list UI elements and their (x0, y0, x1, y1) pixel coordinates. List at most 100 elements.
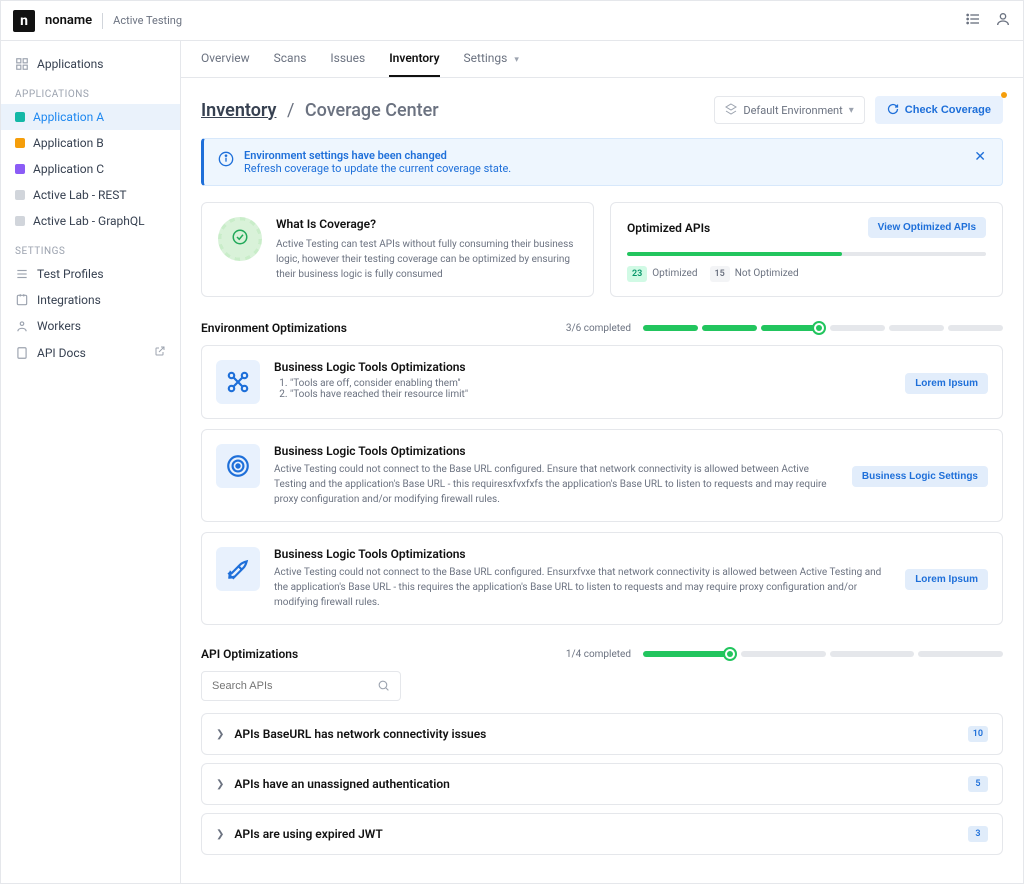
env-opt-item: Business Logic Tools OptimizationsActive… (201, 429, 1003, 522)
optimized-apis-card: Optimized APIs View Optimized APIs 23 Op… (610, 202, 1003, 297)
search-icon (377, 677, 390, 696)
refresh-icon (887, 103, 899, 118)
sidebar-app-c[interactable]: Application C (1, 156, 180, 182)
sliders-icon (15, 267, 29, 281)
progress-segment (761, 325, 816, 331)
opt-item-list: "Tools are off, consider enabling them""… (274, 378, 891, 400)
sidebar-integrations[interactable]: Integrations (1, 287, 180, 313)
view-optimized-apis-button[interactable]: View Optimized APIs (868, 217, 986, 238)
sidebar-applications[interactable]: Applications (1, 51, 180, 77)
list-icon[interactable] (965, 11, 981, 31)
check-coverage-label: Check Coverage (905, 104, 991, 116)
api-opt-item-title: APIs are using expired JWT (234, 827, 958, 841)
tab-issues[interactable]: Issues (330, 51, 365, 77)
progress-segment (830, 325, 885, 331)
sidebar-workers[interactable]: Workers (1, 313, 180, 339)
sidebar-item-label: API Docs (37, 346, 86, 360)
progress-segment (889, 325, 944, 331)
opt-list-entry: "Tools have reached their resource limit… (290, 389, 891, 400)
progress-segment (643, 325, 698, 331)
info-icon (218, 151, 234, 171)
tab-settings[interactable]: Settings ▾ (464, 51, 519, 77)
doc-icon (15, 346, 29, 360)
sidebar-api-docs[interactable]: API Docs (1, 339, 180, 366)
api-opt-count-pill: 10 (968, 726, 988, 742)
not-optimized-count-pill: 15 (710, 266, 730, 282)
sidebar-item-label: Test Profiles (37, 267, 104, 281)
info-banner: Environment settings have been changed R… (201, 138, 1003, 186)
env-opt-completed: 3/6 completed (566, 323, 631, 334)
api-opt-item[interactable]: ❯ APIs BaseURL has network connectivity i… (201, 713, 1003, 755)
opt-item-action-button[interactable]: Lorem Ipsum (905, 373, 988, 394)
opt-list-entry: "Tools are off, consider enabling them" (290, 378, 891, 389)
sidebar-test-profiles[interactable]: Test Profiles (1, 261, 180, 287)
banner-text: Environment settings have been changed R… (244, 149, 511, 175)
chevron-right-icon: ❯ (216, 729, 224, 740)
chevron-down-icon: ▾ (514, 55, 519, 65)
api-opt-count-pill: 3 (968, 826, 988, 842)
env-opt-progress (643, 325, 1003, 331)
api-opt-progress (643, 651, 1003, 657)
color-dot-icon (15, 164, 25, 174)
env-opt-header: Environment Optimizations 3/6 completed (201, 321, 1003, 335)
page-header-actions: Default Environment ▾ Check Coverage (714, 96, 1003, 124)
opt-item-title: Business Logic Tools Optimizations (274, 444, 838, 458)
user-icon[interactable] (995, 11, 1011, 31)
api-opt-count-pill: 5 (968, 776, 988, 792)
optimized-card-title: Optimized APIs (627, 221, 710, 235)
plugin-icon (15, 293, 29, 307)
api-opt-item[interactable]: ❯ APIs are using expired JWT 3 (201, 813, 1003, 855)
stack-icon (725, 103, 737, 118)
environment-value: Default Environment (743, 104, 842, 117)
info-cards-row: What Is Coverage? Active Testing can tes… (201, 202, 1003, 297)
env-opt-title: Environment Optimizations (201, 321, 347, 335)
sidebar-app-label: Application C (33, 162, 104, 176)
opt-item-action-button[interactable]: Business Logic Settings (852, 466, 988, 487)
environment-select[interactable]: Default Environment ▾ (714, 96, 864, 124)
coverage-card-body: Active Testing can test APIs without ful… (276, 237, 577, 282)
api-opt-completed: 1/4 completed (566, 649, 631, 660)
target-icon (216, 444, 260, 488)
api-opt-header: API Optimizations 1/4 completed (201, 647, 1003, 661)
chevron-right-icon: ❯ (216, 829, 224, 840)
sidebar-app-label: Active Lab - GraphQL (33, 214, 145, 228)
sidebar-app-b[interactable]: Application B (1, 130, 180, 156)
api-opt-title: API Optimizations (201, 647, 298, 661)
sidebar-item-label: Integrations (37, 293, 101, 307)
color-dot-icon (15, 112, 25, 122)
progress-segment (741, 651, 826, 657)
progress-knob-icon (723, 647, 737, 661)
tabs: Overview Scans Issues Inventory Settings… (181, 41, 1023, 78)
content: Environment settings have been changed R… (181, 138, 1023, 883)
color-dot-icon (15, 216, 25, 226)
topbar-actions (965, 11, 1011, 31)
search-input[interactable] (212, 680, 377, 692)
notification-dot-icon (1001, 92, 1007, 98)
check-coverage-button[interactable]: Check Coverage (875, 96, 1003, 124)
banner-title: Environment settings have been changed (244, 149, 511, 162)
opt-item-action-button[interactable]: Lorem Ipsum (905, 569, 988, 590)
tab-inventory[interactable]: Inventory (389, 51, 439, 77)
sidebar-app-label: Application A (33, 110, 104, 124)
progress-segment (702, 325, 757, 331)
check-coverage-wrap: Check Coverage (875, 96, 1003, 124)
api-opt-item[interactable]: ❯APIs have an unassigned authentication5 (201, 763, 1003, 805)
rocket-icon (216, 547, 260, 591)
sidebar-app-a[interactable]: Application A (1, 104, 180, 130)
brand-product: Active Testing (113, 14, 182, 27)
breadcrumb-root[interactable]: Inventory (201, 100, 276, 121)
optimized-meta: 23 Optimized 15 Not Optimized (627, 266, 986, 282)
close-icon[interactable]: ✕ (974, 149, 988, 165)
sidebar-app-rest[interactable]: Active Lab - REST (1, 182, 180, 208)
optimized-progress-fill (627, 252, 842, 256)
tab-scans[interactable]: Scans (274, 51, 307, 77)
api-opt-item-title: APIs BaseURL has network connectivity is… (234, 727, 957, 741)
sidebar-app-graphql[interactable]: Active Lab - GraphQL (1, 208, 180, 234)
grid-icon (15, 57, 29, 71)
api-search-wrap (201, 671, 401, 701)
optimized-count-pill: 23 (627, 266, 647, 282)
coverage-card-title: What Is Coverage? (276, 217, 577, 231)
external-link-icon (154, 345, 166, 360)
opt-item-title: Business Logic Tools Optimizations (274, 547, 891, 561)
tab-overview[interactable]: Overview (201, 51, 250, 77)
